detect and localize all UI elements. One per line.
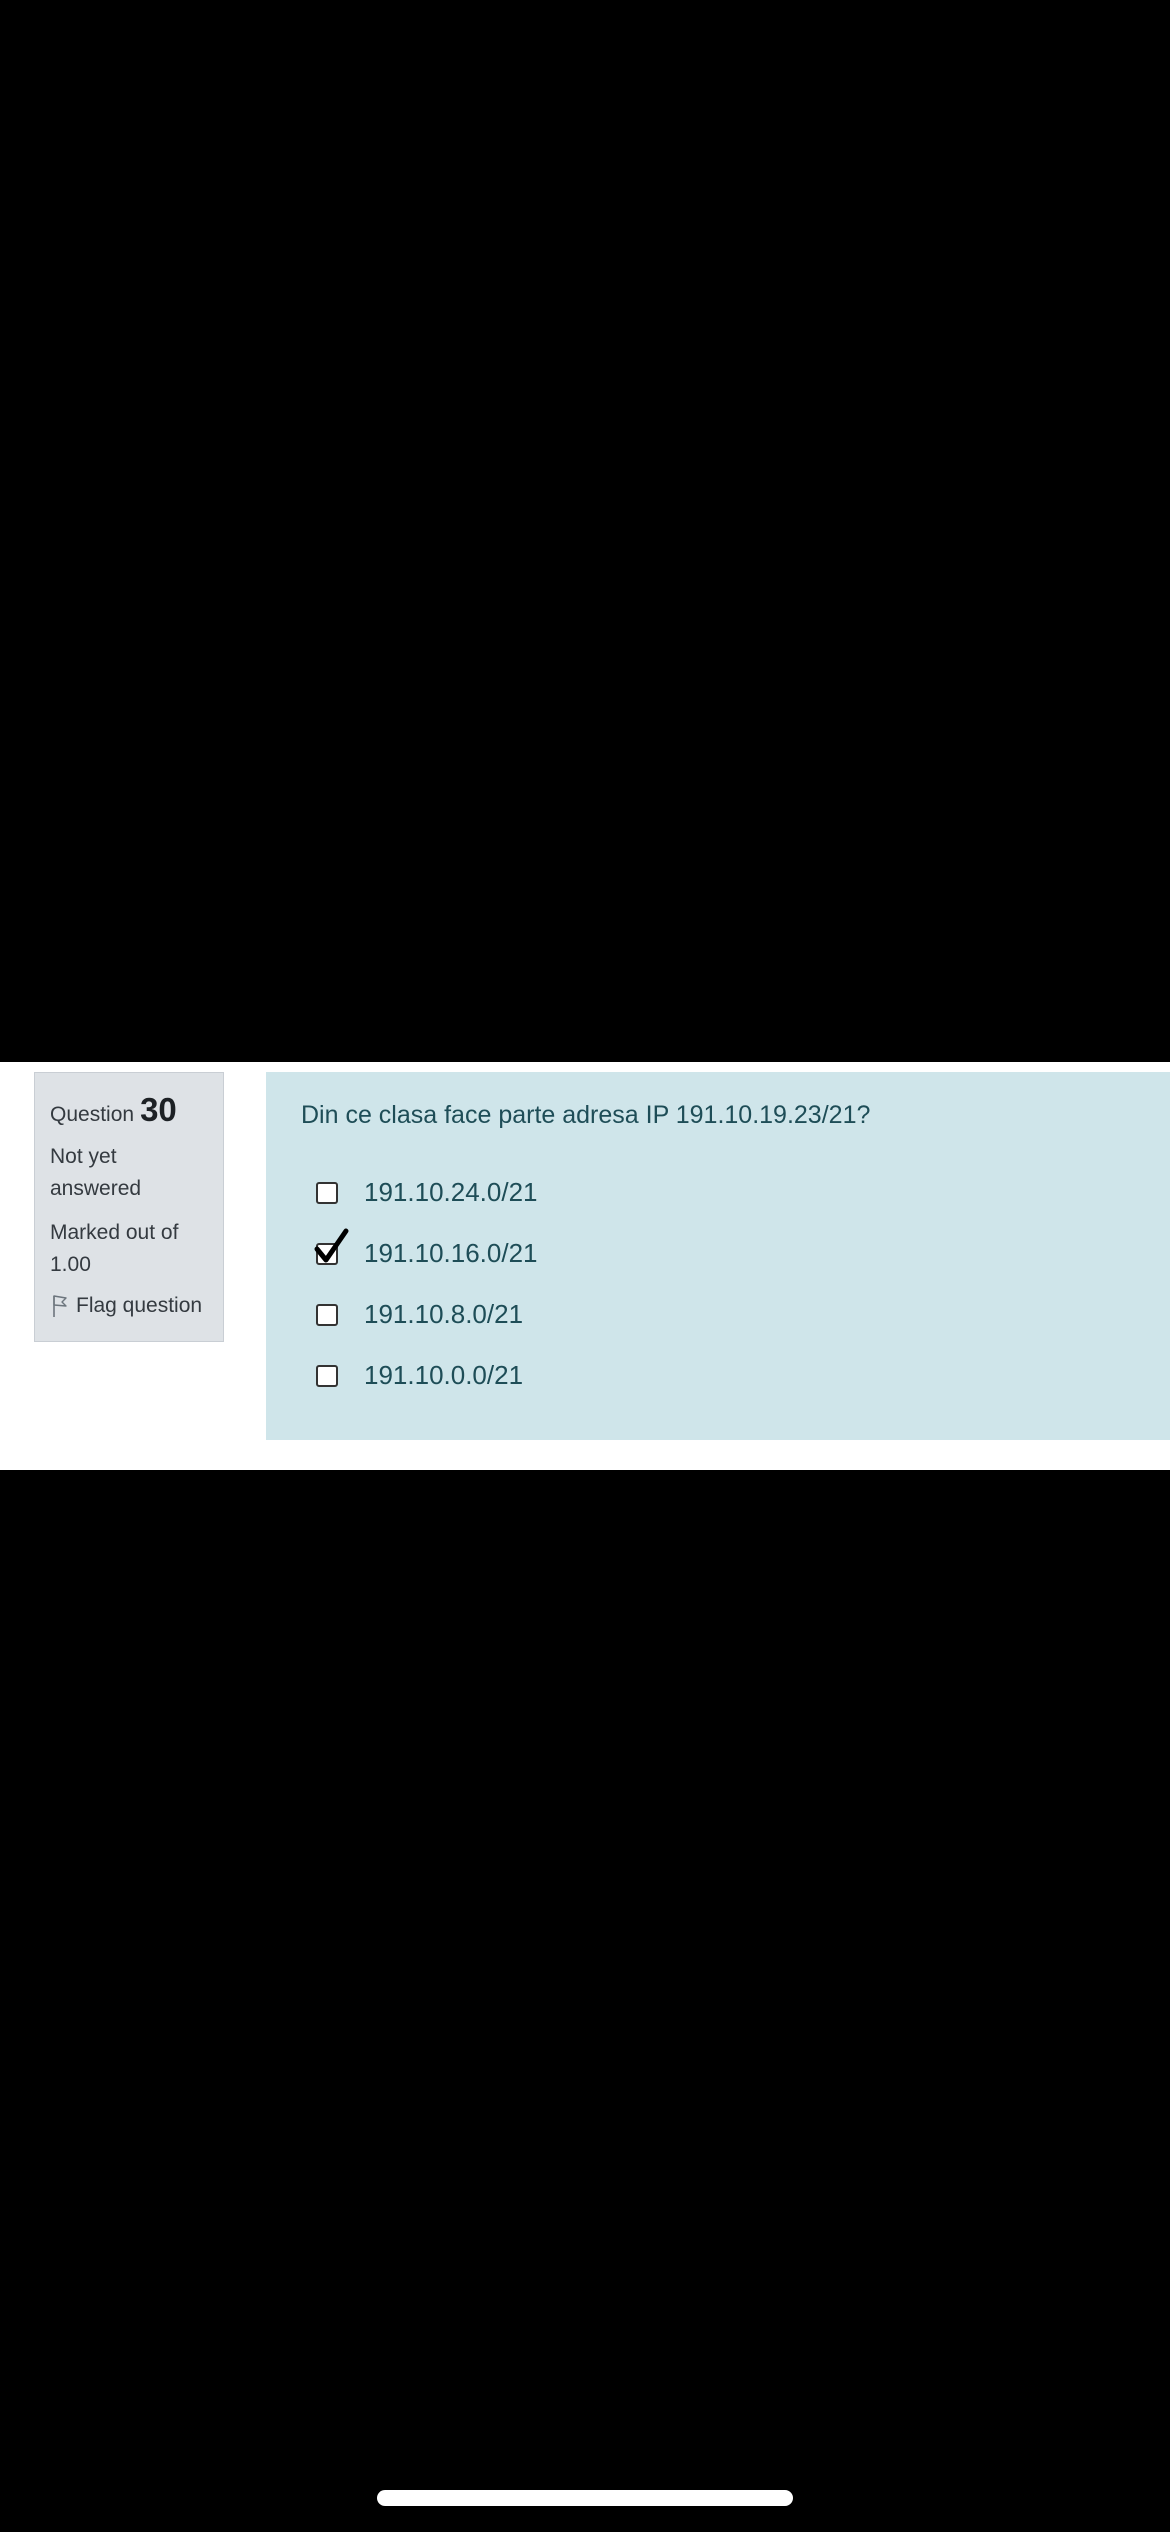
answer-option[interactable]: 191.10.0.0/21 [316,1345,1135,1406]
question-heading: Question 30 [50,1091,208,1129]
checkmark-icon [314,1228,349,1262]
flag-question-label: Flag question [76,1294,203,1317]
flag-question-button[interactable]: Flag question [50,1293,208,1319]
flag-icon [53,1295,67,1317]
answer-label: 191.10.16.0/21 [364,1238,538,1268]
answer-checkbox[interactable] [314,1228,349,1265]
answer-label: 191.10.8.0/21 [364,1299,524,1329]
question-grade: Marked out of 1.00 [50,1217,208,1281]
answer-label: 191.10.0.0/21 [364,1360,524,1390]
question-state: Not yet answered [50,1145,142,1200]
answer-label: 191.10.24.0/21 [364,1177,538,1207]
question-text: Din ce clasa face parte adresa IP 191.10… [301,1101,871,1129]
question-number: 30 [140,1091,177,1128]
grade-value: 1.00 [50,1253,91,1276]
answer-list: 191.10.24.0/21 191.10.16.0/21 191.10.8.0… [314,1162,1135,1406]
answer-option[interactable]: 191.10.24.0/21 [316,1162,1135,1223]
question-content: Din ce clasa face parte adresa IP 191.10… [266,1072,1170,1440]
home-indicator[interactable] [377,2490,793,2506]
answer-checkbox[interactable] [316,1181,338,1204]
answer-checkbox[interactable] [316,1303,338,1326]
screen: Question 30 Not yet answered Marked out … [0,0,1170,2532]
grade-label: Marked out of [50,1221,179,1244]
answer-checkbox[interactable] [316,1364,338,1387]
answer-option[interactable]: 191.10.8.0/21 [316,1284,1135,1345]
question-label: Question [50,1103,135,1126]
answer-option[interactable]: 191.10.16.0/21 [314,1223,1135,1284]
question-info-panel: Question 30 Not yet answered Marked out … [34,1072,224,1342]
